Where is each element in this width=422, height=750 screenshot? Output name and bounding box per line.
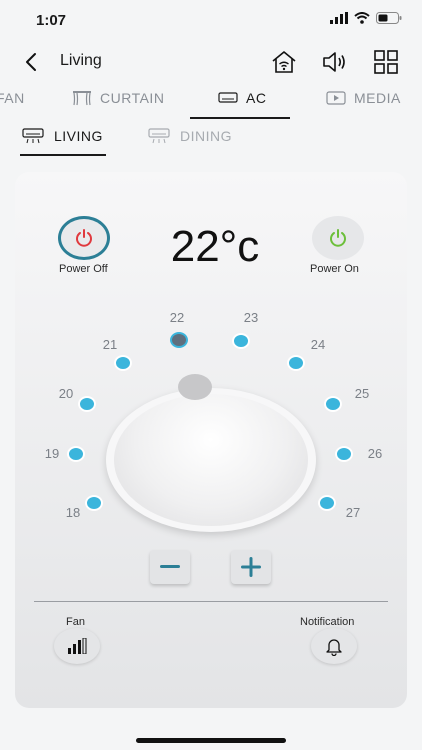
power-off-label: Power Off (59, 263, 108, 275)
device-tabs: FAN CURTAIN AC MEDIA (0, 84, 422, 119)
subtab-living[interactable]: LIVING (22, 128, 103, 144)
subtab-living-label: LIVING (54, 128, 103, 144)
air-conditioner-icon (218, 92, 238, 103)
wifi-icon (354, 12, 370, 24)
temp-dot-19[interactable] (67, 446, 85, 462)
temp-label-25: 25 (354, 386, 370, 401)
power-off-button[interactable] (58, 216, 110, 260)
tab-fan-label: FAN (0, 90, 25, 106)
temp-dot-23[interactable] (232, 333, 250, 349)
bell-icon (326, 639, 342, 656)
power-on-label: Power On (310, 263, 359, 275)
air-conditioner-icon (148, 128, 170, 144)
room-title: Living (60, 52, 102, 69)
tab-curtain[interactable]: CURTAIN (72, 90, 164, 106)
air-conditioner-icon (22, 128, 44, 144)
grid-menu-icon[interactable] (372, 48, 400, 76)
temperature-dial-knob[interactable] (114, 394, 308, 526)
home-indicator (136, 738, 286, 743)
temp-label-26: 26 (367, 446, 383, 461)
temp-dot-22-selected[interactable] (170, 332, 188, 348)
temp-dot-25[interactable] (324, 396, 342, 412)
tab-curtain-label: CURTAIN (100, 90, 165, 106)
room-subtabs: LIVING DINING (0, 122, 422, 158)
subtab-dining[interactable]: DINING (148, 128, 232, 144)
temperature-readout: 22°c (170, 222, 260, 271)
fan-label: Fan (66, 616, 85, 628)
tab-media-label: MEDIA (354, 90, 401, 106)
power-icon (76, 229, 92, 247)
curtain-icon (73, 91, 91, 106)
tab-ac-label: AC (246, 90, 267, 106)
panel-divider (34, 601, 388, 602)
back-arrow-icon[interactable] (20, 50, 44, 74)
decrease-temp-button[interactable] (150, 550, 190, 584)
status-bar: 1:07 (0, 0, 422, 40)
tab-active-indicator (190, 117, 290, 119)
subtab-dining-label: DINING (180, 128, 232, 144)
notification-button[interactable] (311, 628, 357, 664)
temp-label-18: 18 (65, 505, 81, 520)
tab-ac[interactable]: AC (218, 90, 266, 106)
home-wifi-icon[interactable] (270, 48, 298, 76)
temp-label-22: 22 (169, 310, 185, 325)
temp-dot-24[interactable] (287, 355, 305, 371)
media-play-icon (326, 91, 346, 105)
temp-dot-21[interactable] (114, 355, 132, 371)
speaker-icon[interactable] (320, 48, 348, 76)
notification-label: Notification (300, 616, 355, 628)
cellular-signal-icon (330, 12, 348, 24)
temp-dot-18[interactable] (85, 495, 103, 511)
fan-speed-bars-icon (68, 638, 87, 654)
temp-dot-20[interactable] (78, 396, 96, 412)
temp-dot-27[interactable] (318, 495, 336, 511)
subtab-active-indicator (20, 154, 106, 156)
plus-icon (241, 557, 261, 577)
temp-label-20: 20 (58, 386, 74, 401)
temp-label-27: 27 (345, 505, 361, 520)
dial-indicator-handle[interactable] (178, 374, 212, 400)
minus-icon (160, 565, 180, 568)
nav-bar: Living (0, 44, 422, 80)
increase-temp-button[interactable] (231, 550, 271, 584)
temp-label-24: 24 (310, 337, 326, 352)
temp-label-21: 21 (102, 337, 118, 352)
battery-icon (376, 12, 402, 24)
fan-speed-button[interactable] (54, 628, 100, 664)
status-icons (330, 12, 402, 24)
tab-media[interactable]: MEDIA (326, 90, 401, 106)
status-time: 1:07 (36, 12, 67, 29)
temp-label-23: 23 (243, 310, 259, 325)
tab-fan[interactable]: FAN (0, 90, 25, 106)
power-icon (330, 229, 346, 247)
power-on-button[interactable] (312, 216, 364, 260)
temp-dot-26[interactable] (335, 446, 353, 462)
temp-label-19: 19 (44, 446, 60, 461)
